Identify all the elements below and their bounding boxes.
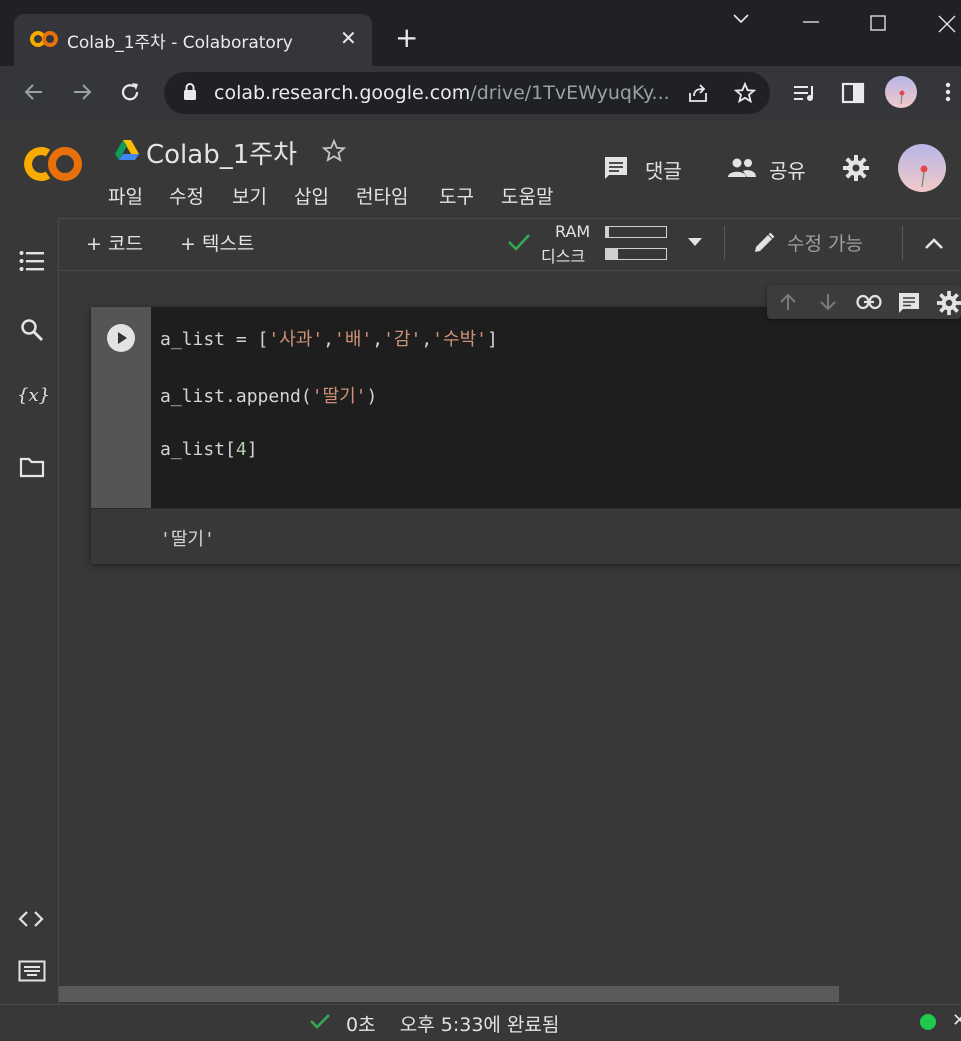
tab-close-icon[interactable]: ✕	[340, 26, 357, 50]
disk-usage-bar	[605, 248, 667, 260]
media-queue-icon[interactable]	[792, 81, 818, 105]
url-path: /drive/1TvEWyuqKy...	[470, 82, 670, 104]
url-host: colab.research.google.com	[214, 82, 471, 104]
cell-output-text: '딸기'	[160, 529, 215, 550]
colab-favicon-icon	[30, 30, 58, 48]
execution-duration: 0초	[346, 1014, 376, 1036]
browser-tab[interactable]: Colab_1주차 - Colaboratory ✕	[14, 14, 372, 66]
tab-search-icon[interactable]	[732, 12, 750, 26]
menu-tools[interactable]: 도구	[439, 182, 474, 209]
code-snippets-icon[interactable]	[18, 909, 44, 929]
search-icon[interactable]	[20, 318, 44, 342]
edit-mode-label: 수정 가능	[787, 233, 863, 255]
horizontal-scrollbar[interactable]	[59, 986, 839, 1002]
cell-settings-icon[interactable]	[936, 290, 961, 316]
minimize-icon[interactable]	[802, 14, 820, 30]
menu-edit[interactable]: 수정	[169, 182, 204, 209]
connected-check-icon	[507, 232, 531, 252]
add-code-cell-button[interactable]: + 코드	[86, 229, 143, 256]
toolbar-divider-2	[902, 226, 903, 260]
menu-view[interactable]: 보기	[232, 182, 267, 209]
disk-label: 디스크	[541, 247, 586, 266]
menu-help[interactable]: 도움말	[501, 182, 553, 209]
connection-status-dot[interactable]	[919, 1013, 937, 1031]
browser-menu-icon[interactable]	[944, 80, 952, 104]
menu-insert[interactable]: 삽입	[294, 182, 329, 209]
maximize-icon[interactable]	[870, 15, 886, 31]
command-palette-icon[interactable]	[18, 960, 46, 982]
colab-header	[0, 120, 961, 219]
link-cell-icon[interactable]	[856, 294, 882, 310]
code-line-2: a_list.append('딸기')	[160, 386, 378, 407]
browser-tabbar: Colab_1주차 - Colaboratory ✕ +	[0, 0, 961, 66]
disk-usage-fill	[606, 249, 618, 259]
move-cell-up-icon[interactable]	[778, 292, 798, 312]
user-avatar[interactable]	[897, 143, 947, 193]
table-of-contents-icon[interactable]	[19, 250, 45, 272]
execution-completed-time: 오후 5:33에 완료됨	[399, 1014, 560, 1036]
files-folder-icon[interactable]	[19, 456, 45, 478]
url-text[interactable]: colab.research.google.com/drive/1TvEWyuq…	[214, 82, 670, 104]
settings-gear-icon[interactable]	[842, 154, 870, 182]
colab-logo-icon[interactable]	[22, 143, 86, 185]
menu-file[interactable]: 파일	[108, 182, 143, 209]
toolbar-divider	[724, 226, 725, 260]
comment-label: 댓글	[645, 159, 682, 183]
side-panel-icon[interactable]	[841, 81, 865, 105]
menu-runtime[interactable]: 런타임	[356, 182, 408, 209]
reload-icon[interactable]	[118, 80, 142, 104]
add-text-cell-button[interactable]: + 텍스트	[180, 229, 254, 256]
lock-icon[interactable]	[182, 82, 198, 102]
star-notebook-icon[interactable]	[321, 138, 347, 164]
tab-title: Colab_1주차 - Colaboratory	[67, 33, 293, 53]
google-drive-icon[interactable]	[114, 139, 140, 161]
move-cell-down-icon[interactable]	[818, 292, 838, 312]
ram-usage-bar	[605, 226, 667, 238]
share-label: 공유	[769, 159, 806, 183]
ram-usage-fill	[606, 227, 609, 237]
cell-output-area	[91, 508, 961, 564]
share-page-icon[interactable]	[686, 81, 710, 105]
runtime-dropdown-icon[interactable]	[688, 238, 702, 246]
back-icon[interactable]	[22, 80, 46, 104]
pencil-icon	[752, 231, 776, 255]
ram-label: RAM	[555, 222, 591, 241]
bookmark-star-icon[interactable]	[733, 81, 757, 105]
people-icon	[727, 157, 757, 179]
forward-icon[interactable]	[70, 80, 94, 104]
comment-icon	[603, 155, 629, 181]
code-line-1: a_list = ['사과','배','감','수박']	[160, 329, 498, 350]
window-close-icon[interactable]	[938, 15, 956, 33]
run-cell-button[interactable]	[106, 323, 136, 353]
variables-icon[interactable]: {𝑥}	[17, 385, 50, 406]
collapse-header-icon[interactable]	[924, 236, 944, 250]
notebook-title[interactable]: Colab_1주차	[146, 134, 297, 171]
runtime-resources-button[interactable]: RAM 디스크	[507, 222, 707, 266]
execution-status: 0초 오후 5:33에 완료됨	[346, 1010, 559, 1037]
status-check-icon	[309, 1012, 331, 1030]
code-line-3: a_list[4]	[160, 439, 258, 460]
cell-comment-icon[interactable]	[897, 291, 921, 315]
status-close-icon[interactable]: ✕	[952, 1010, 961, 1031]
new-tab-icon[interactable]: +	[395, 24, 418, 52]
profile-avatar-small[interactable]	[885, 76, 917, 108]
